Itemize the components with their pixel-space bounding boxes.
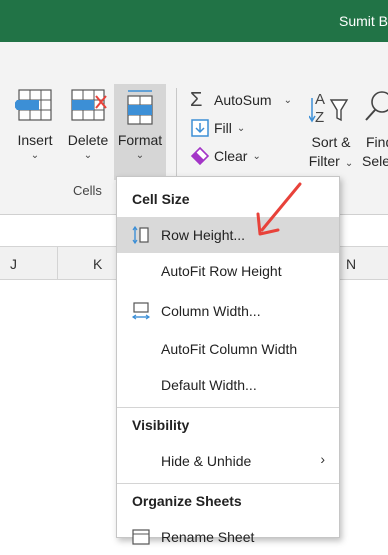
chevron-down-icon: ⌄	[283, 94, 292, 106]
hide-unhide-label: Hide & Unhide	[161, 453, 252, 469]
chevron-right-icon: ›	[320, 451, 325, 467]
select-label: Sele	[362, 153, 388, 169]
row-height-label: Row Height...	[161, 227, 246, 243]
sort-filter-label-2-row: Filter ⌄	[306, 153, 356, 169]
visibility-header: Visibility	[132, 417, 190, 433]
delete-label: Delete	[67, 132, 109, 148]
insert-button[interactable]: Insert ⌄	[12, 88, 58, 161]
title-bar: Sumit B	[0, 0, 388, 42]
menu-separator	[117, 407, 339, 408]
chevron-down-icon: ⌄	[344, 158, 354, 169]
account-name[interactable]: Sumit B	[339, 13, 388, 29]
sort-filter-icon: A Z	[309, 91, 349, 126]
column-header-j[interactable]: J	[10, 256, 17, 272]
ribbon-separator	[176, 88, 177, 178]
magnifier-icon	[365, 91, 388, 121]
column-divider[interactable]	[57, 247, 58, 279]
sort-filter-button[interactable]: A Z Sort & Filter ⌄	[306, 88, 356, 169]
sigma-icon: Σ	[190, 89, 203, 111]
chevron-down-icon: ⌄	[135, 150, 145, 161]
format-button[interactable]: Format ⌄	[114, 84, 166, 180]
find-select-button[interactable]: Find Sele	[360, 88, 388, 169]
autosum-button[interactable]: Σ AutoSum ⌄	[190, 90, 292, 110]
annotation-arrow-icon	[256, 182, 302, 236]
column-header-n[interactable]: N	[346, 256, 356, 272]
find-label: Find	[366, 134, 388, 150]
cell-size-header: Cell Size	[132, 191, 190, 207]
autofit-row-height-label: AutoFit Row Height	[161, 263, 282, 279]
fill-down-icon	[191, 119, 209, 137]
sort-filter-label-2: Filter	[308, 153, 340, 169]
organize-sheets-header: Organize Sheets	[132, 493, 242, 509]
chevron-down-icon: ⌄	[236, 122, 246, 134]
format-cells-icon	[127, 90, 153, 125]
sort-filter-label-1: Sort &	[311, 134, 351, 150]
autosum-label: AutoSum	[214, 92, 272, 108]
clear-label: Clear	[214, 148, 248, 164]
clear-button[interactable]: Clear ⌄	[190, 146, 261, 166]
delete-cells-icon	[71, 89, 107, 121]
rename-sheet-icon	[132, 529, 150, 545]
chevron-down-icon: ⌄	[83, 150, 93, 161]
fill-label: Fill	[214, 120, 232, 136]
autofit-column-width-label: AutoFit Column Width	[161, 341, 298, 357]
fill-button[interactable]: Fill ⌄	[190, 118, 245, 138]
menu-item-autofit-row-height[interactable]: AutoFit Row Height	[117, 253, 339, 289]
chevron-down-icon: ⌄	[30, 150, 40, 161]
column-width-label: Column Width...	[161, 303, 261, 319]
eraser-icon	[190, 146, 210, 166]
menu-item-column-width[interactable]: Column Width...	[117, 293, 339, 329]
rename-sheet-label: Rename Sheet	[161, 529, 255, 545]
svg-text:A: A	[315, 91, 325, 108]
menu-separator	[117, 483, 339, 484]
insert-label: Insert	[17, 132, 53, 148]
format-label: Format	[117, 132, 163, 148]
svg-text:Z: Z	[315, 109, 324, 126]
column-width-icon	[131, 302, 151, 320]
menu-item-default-width[interactable]: Default Width...	[117, 367, 339, 403]
default-width-label: Default Width...	[161, 377, 257, 393]
menu-item-hide-unhide[interactable]: Hide & Unhide ›	[117, 443, 339, 479]
delete-button[interactable]: Delete ⌄	[64, 88, 112, 161]
menu-item-autofit-column-width[interactable]: AutoFit Column Width	[117, 331, 339, 367]
insert-cells-icon	[15, 89, 52, 121]
row-height-icon	[132, 225, 149, 245]
cells-group-label: Cells	[73, 183, 102, 198]
chevron-down-icon: ⌄	[252, 150, 261, 162]
column-header-k[interactable]: K	[93, 256, 102, 272]
menu-item-rename-sheet[interactable]: Rename Sheet	[117, 519, 339, 555]
